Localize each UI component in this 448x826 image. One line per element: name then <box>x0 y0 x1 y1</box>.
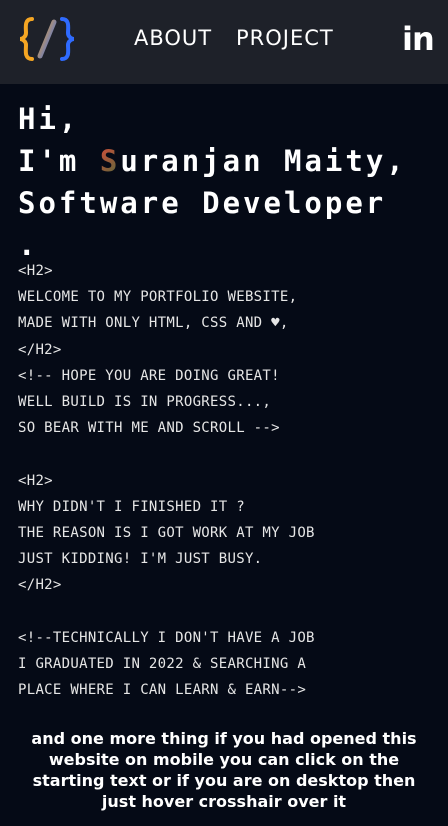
code-line: WHY DIDN'T I FINISHED IT ? <box>18 498 245 515</box>
code-line: </H2> <box>18 577 62 594</box>
hero-intro-prefix: I'm <box>18 144 100 178</box>
hero-heading[interactable]: Hi, I'm Suranjan Maity, Software Develop… <box>18 98 443 266</box>
hero-intro: I'm Suranjan Maity, <box>18 140 443 182</box>
nav-about-link[interactable]: ABOUT <box>134 26 212 50</box>
code-line: WELCOME TO MY PORTFOLIO WEBSITE, <box>18 289 298 306</box>
navbar: ABOUT PROJECT in <box>0 0 448 84</box>
hero-role: Software Developer <box>18 186 387 220</box>
code-line: WELL BUILD IS IN PROGRESS..., <box>18 393 272 410</box>
hero-name-initial: S <box>99 144 121 178</box>
code-line: THE REASON IS I GOT WORK AT MY JOB <box>18 524 315 541</box>
code-line: JUST KIDDING! I'M JUST BUSY. <box>18 551 263 568</box>
linkedin-icon[interactable]: in <box>402 20 435 58</box>
code-line: <H2> <box>18 472 53 489</box>
code-line: SO BEAR WITH ME AND SCROLL --> <box>18 420 280 437</box>
hero-greeting: Hi, <box>18 102 80 136</box>
code-line: I GRADUATED IN 2022 & SEARCHING A <box>18 655 307 672</box>
code-line: </H2> <box>18 341 62 358</box>
hero-name-rest: uranjan Maity, <box>120 144 407 178</box>
code-line: MADE WITH ONLY HTML, CSS AND ♥, <box>18 315 289 332</box>
nav-project-link[interactable]: PROJECT <box>236 26 334 50</box>
code-line: <H2> <box>18 263 53 279</box>
code-line: <!--TECHNICALLY I DON'T HAVE A JOB <box>18 629 315 646</box>
code-line: <!-- HOPE YOU ARE DOING GREAT! <box>18 367 280 384</box>
code-block: <H2> WELCOME TO MY PORTFOLIO WEBSITE, MA… <box>18 258 438 703</box>
code-line: PLACE WHERE I CAN LEARN & EARN--> <box>18 682 307 698</box>
footer-note: and one more thing if you had opened thi… <box>31 729 417 811</box>
curly-braces-slash-logo-icon[interactable] <box>18 16 76 62</box>
